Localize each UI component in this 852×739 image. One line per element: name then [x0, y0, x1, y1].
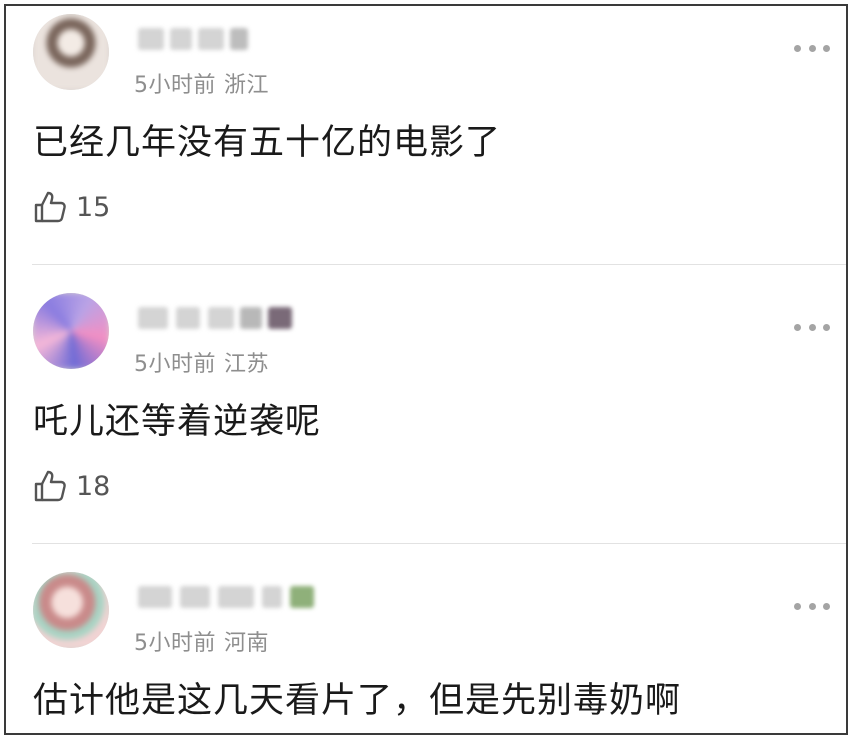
comment-meta: 5小时前 浙江: [134, 67, 269, 99]
divider: [32, 543, 846, 544]
comment-location: 江苏: [224, 352, 270, 377]
username-blurred[interactable]: [134, 580, 314, 614]
username-blurred[interactable]: [134, 301, 304, 335]
thumbs-up-icon: [34, 470, 66, 502]
more-dots-icon[interactable]: [794, 602, 830, 610]
divider: [32, 264, 846, 265]
comment-time: 5小时前: [134, 631, 216, 656]
comment-item: 5小时前 浙江 已经几年没有五十亿的电影了 15: [6, 6, 846, 266]
more-dots-icon[interactable]: [794, 323, 830, 331]
comment-text: 已经几年没有五十亿的电影了: [33, 123, 502, 163]
comment-time: 5小时前: [134, 352, 216, 377]
comment-list: 5小时前 浙江 已经几年没有五十亿的电影了 15 5小时前 江苏 吒儿还等着逆袭…: [4, 4, 848, 735]
comment-text: 估计他是这几天看片了，但是先别毒奶啊: [33, 681, 682, 721]
like-count: 15: [76, 191, 111, 223]
comment-item: 5小时前 河南 估计他是这几天看片了，但是先别毒奶啊: [6, 564, 846, 733]
like-count: 18: [76, 470, 111, 502]
avatar[interactable]: [33, 293, 109, 369]
comment-item: 5小时前 江苏 吒儿还等着逆袭呢 18: [6, 285, 846, 545]
thumbs-up-icon: [34, 191, 66, 223]
like-button[interactable]: 18: [32, 468, 110, 504]
comment-location: 浙江: [224, 73, 270, 98]
comment-text: 吒儿还等着逆袭呢: [33, 402, 322, 442]
comment-meta: 5小时前 河南: [134, 625, 269, 657]
comment-location: 河南: [224, 631, 270, 656]
like-button[interactable]: 15: [32, 189, 110, 225]
comment-time: 5小时前: [134, 73, 216, 98]
comment-meta: 5小时前 江苏: [134, 346, 269, 378]
more-dots-icon[interactable]: [794, 44, 830, 52]
username-blurred[interactable]: [134, 22, 304, 56]
avatar[interactable]: [33, 572, 109, 648]
avatar[interactable]: [33, 14, 109, 90]
